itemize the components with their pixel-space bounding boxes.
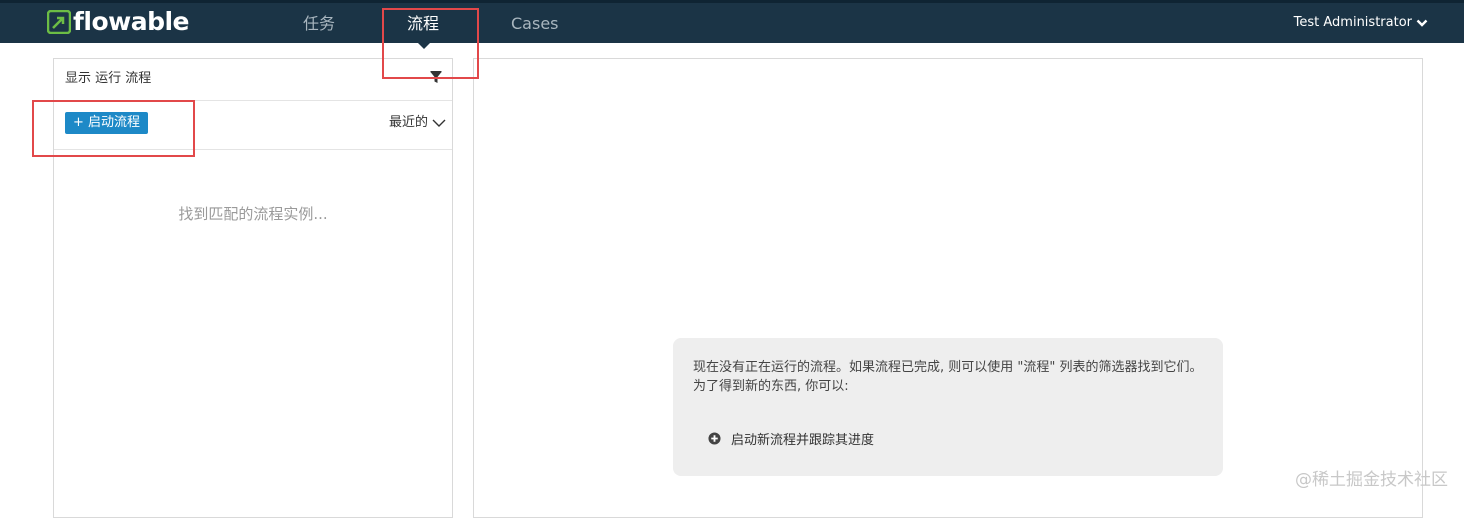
list-panel-header: 显示 运行 流程 [54,59,452,101]
help-text: 现在没有正在运行的流程。如果流程已完成, 则可以使用 "流程" 列表的筛选器找到… [693,360,1203,394]
start-new-process-label: 启动新流程并跟踪其进度 [731,433,875,448]
app-logo[interactable]: flowable [47,7,190,36]
user-name: Test Administrator [1293,15,1412,30]
logo-icon [47,10,71,34]
list-panel-toolbar: + 启动流程 最近的 [54,101,452,150]
sort-dropdown[interactable]: 最近的 [389,114,446,132]
nav-tab-processes[interactable]: 流程 [407,12,439,36]
chevron-down-icon [1416,19,1428,27]
nav-tab-tasks[interactable]: 任务 [303,12,335,36]
topbar-accent [0,0,1464,3]
plus-circle-icon [708,432,721,445]
top-navbar: flowable 任务 流程 Cases Test Administrator [0,0,1464,43]
active-tab-caret [418,43,430,49]
empty-list-message: 找到匹配的流程实例... [178,205,328,223]
sort-label: 最近的 [388,115,428,130]
nav-tab-cases[interactable]: Cases [511,12,559,36]
chevron-down-icon [432,119,446,127]
logo-text: flowable [73,7,190,36]
list-filter-summary[interactable]: 显示 运行 流程 [65,70,151,88]
start-process-button[interactable]: + 启动流程 [65,112,149,134]
user-menu[interactable]: Test Administrator [1294,13,1428,33]
filter-icon[interactable] [430,71,442,85]
help-box: 现在没有正在运行的流程。如果流程已完成, 则可以使用 "流程" 列表的筛选器找到… [673,338,1223,476]
start-new-process-link[interactable]: 启动新流程并跟踪其进度 [708,429,1203,448]
watermark: @稀土掘金技术社区 [1295,470,1448,490]
process-list-panel: 显示 运行 流程 + 启动流程 最近的 找到匹配的流程实例... [53,58,453,518]
